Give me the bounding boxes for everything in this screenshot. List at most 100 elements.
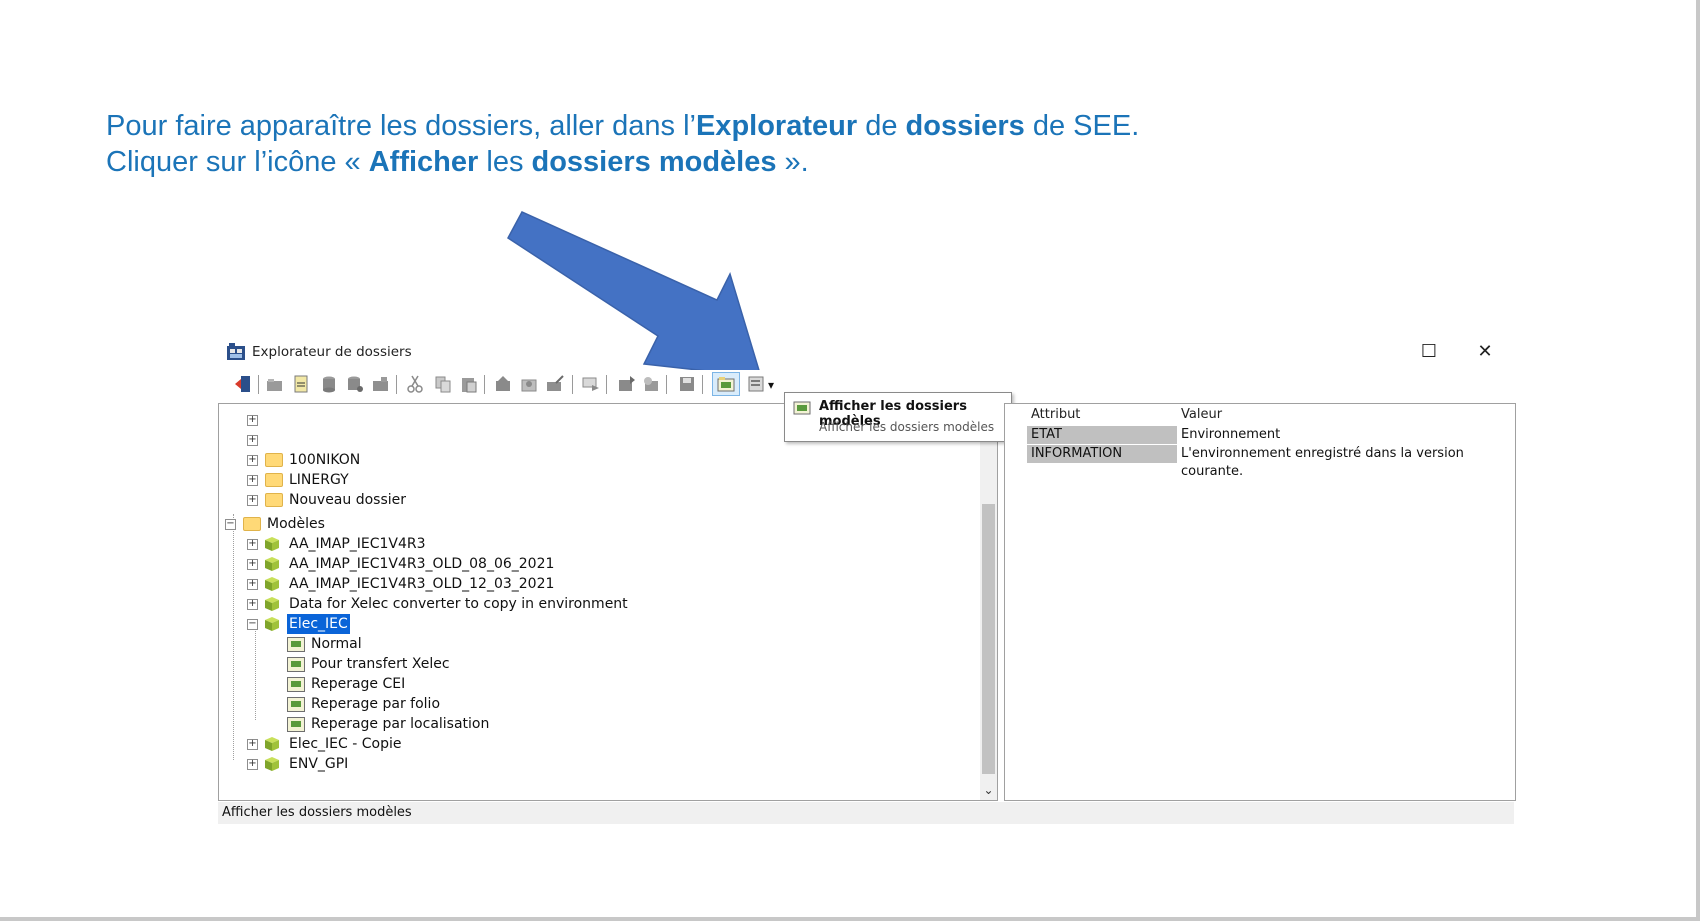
database-add-icon[interactable] <box>346 375 364 393</box>
properties-icon[interactable] <box>520 375 538 393</box>
tree-item-label: AA_IMAP_IEC1V4R3_OLD_08_06_2021 <box>289 556 555 572</box>
show-model-folders-button[interactable] <box>712 372 740 396</box>
expand-toggle[interactable]: + <box>247 579 258 590</box>
tree-item-pour-transfert-xelec[interactable]: Pour transfert Xelec <box>287 654 687 674</box>
sub-model-icon <box>287 657 305 672</box>
expand-toggle[interactable]: + <box>247 455 258 466</box>
scroll-down-button[interactable]: ⌄ <box>980 780 997 800</box>
tree-item-aa-imap[interactable]: + AA_IMAP_IEC1V4R3 <box>247 534 747 554</box>
tree-item-label: 100NIKON <box>289 452 361 468</box>
tree-item-reperage-par-folio[interactable]: Reperage par folio <box>287 694 687 714</box>
folder-tree: + + + 100NIKON + LINERGY + Nouveau dossi… <box>218 403 998 801</box>
folder-icon <box>265 473 283 487</box>
line2-bold-dossiers-modeles: dossiers modèles <box>531 146 777 178</box>
move-up-icon[interactable] <box>494 375 512 393</box>
tree-item-elec-iec-copie[interactable]: + Elec_IEC - Copie <box>247 734 647 754</box>
line1-text-a: Pour faire apparaître les dossiers, alle… <box>106 110 696 142</box>
tree-item-label: AA_IMAP_IEC1V4R3_OLD_12_03_2021 <box>289 576 555 592</box>
exit-icon[interactable] <box>234 375 252 393</box>
property-value-information: L'environnement enregistré dans la versi… <box>1181 446 1464 479</box>
column-header-attribut[interactable]: Attribut <box>1031 407 1080 422</box>
instructions-text: Pour faire apparaître les dossiers, alle… <box>106 108 1139 180</box>
collapse-toggle[interactable]: − <box>225 519 236 530</box>
close-button[interactable]: ✕ <box>1470 340 1500 364</box>
expand-toggle[interactable]: + <box>247 539 258 550</box>
scrollbar-thumb[interactable] <box>982 504 995 774</box>
tree-connector <box>233 514 234 760</box>
view-options-dropdown[interactable]: ▾ <box>768 378 774 392</box>
folder-gray-icon[interactable] <box>372 375 390 393</box>
toolbar-separator <box>484 375 485 394</box>
new-document-icon[interactable] <box>292 375 310 393</box>
tree-item-data-for-xelec[interactable]: + Data for Xelec converter to copy in en… <box>247 594 747 614</box>
line1-bold-dossiers: dossiers <box>905 110 1025 142</box>
tree-item-aa-imap-old-0806[interactable]: + AA_IMAP_IEC1V4R3_OLD_08_06_2021 <box>247 554 747 574</box>
window-titlebar: Explorateur de dossiers ☐ ✕ <box>218 336 1514 368</box>
cut-icon[interactable] <box>406 375 424 393</box>
sub-model-icon <box>287 677 305 692</box>
column-header-valeur[interactable]: Valeur <box>1181 407 1222 422</box>
property-key-information: INFORMATION <box>1027 445 1177 463</box>
line1-bold-explorateur: Explorateur <box>695 110 858 142</box>
rename-icon[interactable] <box>582 375 600 393</box>
line2-text-c: ». <box>776 146 809 178</box>
sub-model-icon <box>287 697 305 712</box>
tree-item-elec-iec[interactable]: − Elec_IEC <box>247 614 747 634</box>
tree-item-reperage-par-localisation[interactable]: Reperage par localisation <box>287 714 687 734</box>
folder-icon <box>243 517 261 531</box>
sub-model-icon <box>287 717 305 732</box>
tree-connector <box>255 624 256 720</box>
tree-item-reperage-cei[interactable]: Reperage CEI <box>287 674 687 694</box>
explorer-window: Explorateur de dossiers ☐ ✕ ▾ + + + 100N… <box>218 336 1516 824</box>
tree-item-label: Pour transfert Xelec <box>311 656 450 672</box>
property-key-etat: ETAT <box>1027 426 1177 444</box>
model-box-icon <box>265 537 279 551</box>
folder-icon <box>265 493 283 507</box>
export-icon[interactable] <box>618 375 636 393</box>
line2-bold-afficher: Afficher <box>368 146 479 178</box>
view-options-icon[interactable] <box>748 375 766 393</box>
tree-item-100nikon[interactable]: + 100NIKON <box>247 450 647 470</box>
edit-folder-icon[interactable] <box>546 375 564 393</box>
collapse-toggle[interactable]: − <box>247 619 258 630</box>
toolbar-separator <box>572 375 573 394</box>
model-box-icon <box>265 757 279 771</box>
tree-item-label: ENV_GPI <box>289 756 349 772</box>
expand-toggle[interactable]: + <box>247 599 258 610</box>
copy-icon[interactable] <box>434 375 452 393</box>
tree-item-normal[interactable]: Normal <box>287 634 687 654</box>
tree-item-label: Normal <box>311 636 362 652</box>
expand-toggle[interactable]: + <box>247 739 258 750</box>
line2-text-a: Cliquer sur l’icône « <box>106 146 369 178</box>
properties-pane: Attribut Valeur ETAT Environnement INFOR… <box>1004 403 1516 801</box>
folder-icon <box>265 453 283 467</box>
tree-item-env-gpi[interactable]: + ENV_GPI <box>247 754 647 774</box>
toolbar-tooltip: Afficher les dossiers modèles Afficher l… <box>784 392 1012 442</box>
open-folder-icon[interactable] <box>266 375 284 393</box>
import-icon[interactable] <box>642 375 660 393</box>
tree-item-linergy[interactable]: + LINERGY <box>247 470 647 490</box>
tree-item-nouveau-dossier[interactable]: + Nouveau dossier <box>247 490 647 510</box>
tree-item-label-selected: Elec_IEC <box>287 614 350 634</box>
tree-item-modeles[interactable]: − Modèles <box>225 514 625 534</box>
explorer-app-icon <box>227 343 245 360</box>
tree-item-aa-imap-old-1203[interactable]: + AA_IMAP_IEC1V4R3_OLD_12_03_2021 <box>247 574 747 594</box>
expand-toggle[interactable]: + <box>247 435 258 446</box>
paste-icon[interactable] <box>460 375 478 393</box>
maximize-button[interactable]: ☐ <box>1414 340 1444 364</box>
toolbar-separator <box>258 375 259 394</box>
line1-text-b: de <box>857 110 906 142</box>
expand-toggle[interactable]: + <box>247 559 258 570</box>
toolbar-separator <box>666 375 667 394</box>
model-box-icon <box>265 617 279 631</box>
expand-toggle[interactable]: + <box>247 759 258 770</box>
expand-toggle[interactable]: + <box>247 495 258 506</box>
tooltip-description: Afficher les dossiers modèles <box>819 420 995 434</box>
save-icon[interactable] <box>678 375 696 393</box>
database-icon[interactable] <box>320 375 338 393</box>
line1-text-c: de SEE. <box>1024 110 1140 142</box>
status-text: Afficher les dossiers modèles <box>222 805 412 820</box>
tree-scrollbar[interactable]: ⌄ <box>980 404 997 800</box>
expand-toggle[interactable]: + <box>247 475 258 486</box>
expand-toggle[interactable]: + <box>247 415 258 426</box>
